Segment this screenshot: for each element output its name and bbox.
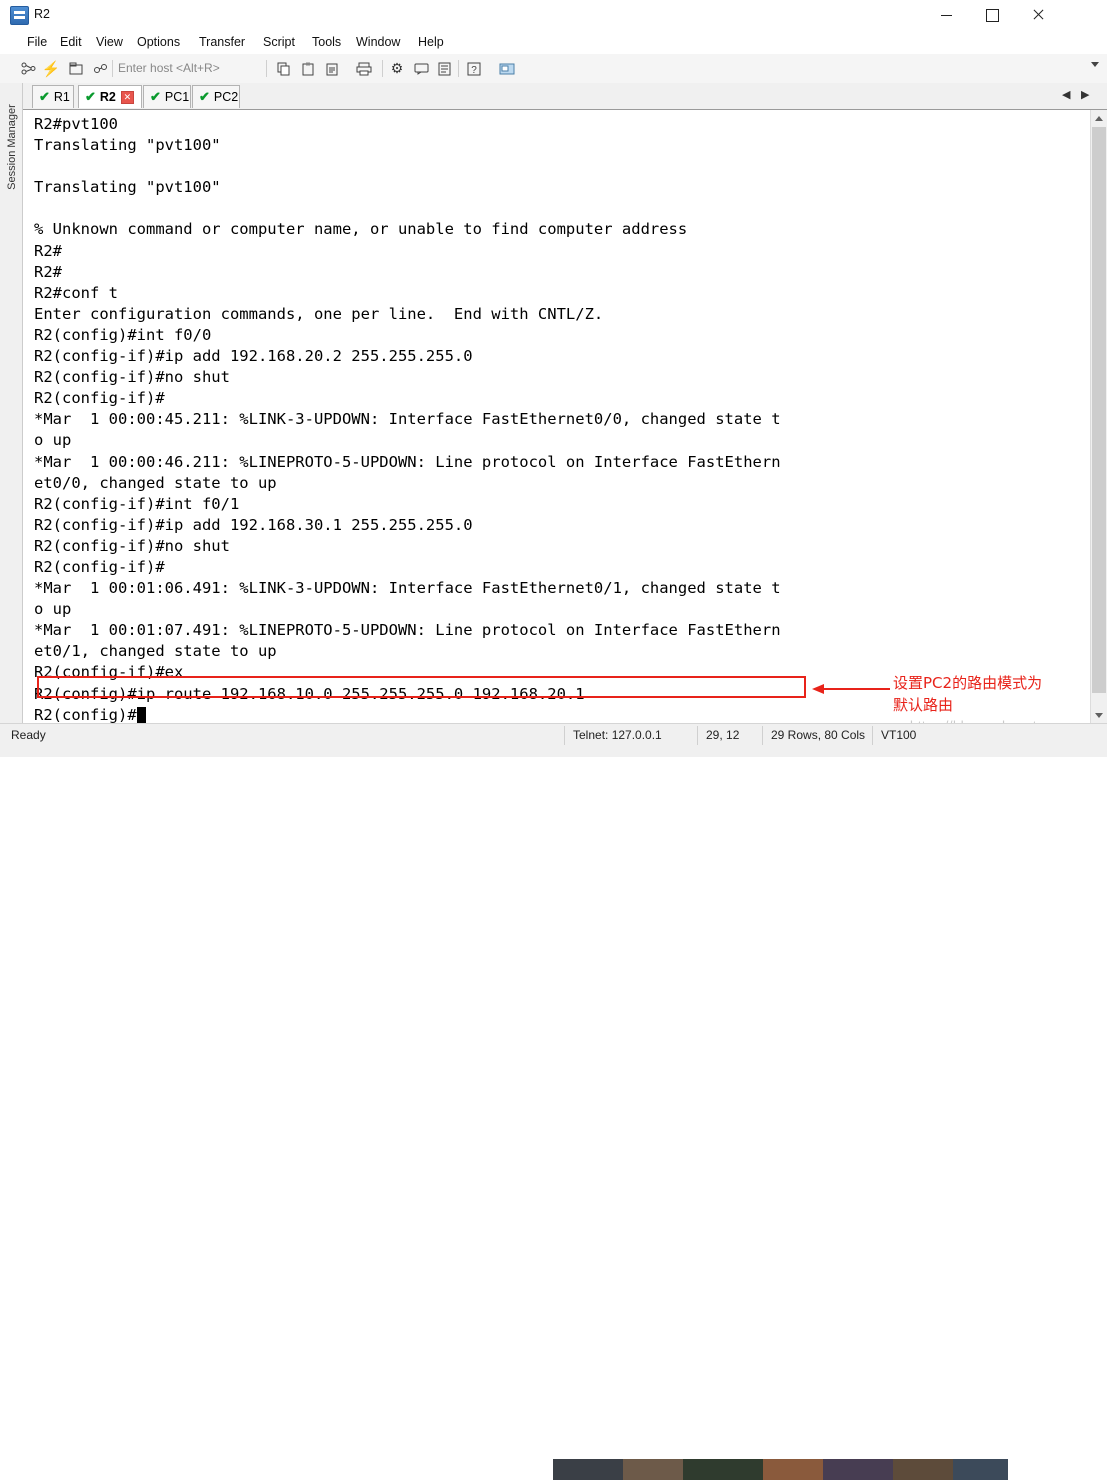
annotation-text-line2: 默认路由 xyxy=(893,696,954,714)
annotation-text-line1: 设置PC2的路由模式为 xyxy=(893,674,1043,692)
tab-label: PC2 xyxy=(213,90,239,104)
terminal-prompt: R2(config)# xyxy=(34,705,137,723)
tab-label: R2 xyxy=(99,90,116,104)
tab-pc2[interactable]: ✔ PC2 xyxy=(192,85,240,108)
tab-close-icon[interactable]: ✕ xyxy=(120,90,134,104)
tab-r2[interactable]: ✔ R2 ✕ xyxy=(78,85,142,108)
status-ready: Ready xyxy=(11,728,46,742)
terminal-app-icon xyxy=(10,6,29,25)
quick-connect-icon[interactable]: ⚡ xyxy=(42,60,61,78)
taskbar-thumbnail-strip xyxy=(553,1459,1008,1480)
terminal-area: R2#pvt100 Translating "pvt100" Translati… xyxy=(23,110,1107,723)
connect-icon[interactable] xyxy=(20,60,36,77)
menu-item-view[interactable]: View xyxy=(93,34,126,51)
terminal-output[interactable]: R2#pvt100 Translating "pvt100" Translati… xyxy=(23,110,1091,723)
window-title: R2 xyxy=(34,7,50,21)
minimize-button[interactable] xyxy=(923,0,969,30)
menu-item-window[interactable]: Window xyxy=(353,34,403,51)
scroll-up-icon[interactable] xyxy=(1091,110,1107,126)
log-session-icon[interactable] xyxy=(436,60,452,77)
print-icon[interactable] xyxy=(355,60,373,77)
scroll-down-icon[interactable] xyxy=(1091,707,1107,723)
chat-window-icon[interactable] xyxy=(413,60,429,77)
menu-item-options[interactable]: Options xyxy=(134,34,183,51)
menu-item-tools[interactable]: Tools xyxy=(309,34,344,51)
menu-item-transfer[interactable]: Transfer xyxy=(196,34,248,51)
status-cursor-position: 29, 12 xyxy=(706,728,740,742)
session-manager-sidebar[interactable]: Session Manager xyxy=(0,83,23,723)
status-connection: Telnet: 127.0.0.1 xyxy=(573,728,662,742)
check-icon: ✔ xyxy=(199,89,210,104)
tab-label: R1 xyxy=(53,90,70,104)
title-bar: R2 xyxy=(0,0,1107,31)
menu-item-file[interactable]: File xyxy=(24,34,50,51)
tab-r1[interactable]: ✔ R1 xyxy=(32,85,74,108)
terminal-lines: R2#pvt100 Translating "pvt100" Translati… xyxy=(34,115,781,703)
annotation-arrow-icon xyxy=(812,684,890,694)
session-manager-label: Session Manager xyxy=(6,104,18,190)
maximize-button[interactable] xyxy=(969,0,1015,30)
menu-bar: File Edit View Options Transfer Script T… xyxy=(0,30,1107,54)
reconnect-icon[interactable] xyxy=(92,60,108,77)
status-bar: Ready Telnet: 127.0.0.1 29, 12 29 Rows, … xyxy=(0,723,1107,1480)
status-screen-size: 29 Rows, 80 Cols xyxy=(771,728,866,742)
toolbar: ⚡ Enter host <Alt+R> ⚙ ? xyxy=(0,54,1107,84)
host-input[interactable]: Enter host <Alt+R> xyxy=(118,59,263,78)
screenshot-icon[interactable] xyxy=(498,60,516,77)
tab-label: PC1 xyxy=(164,90,190,104)
menu-item-help[interactable]: Help xyxy=(415,34,447,51)
svg-text:?: ? xyxy=(471,65,477,76)
copy-icon[interactable] xyxy=(276,60,292,77)
scrollbar-thumb[interactable] xyxy=(1092,127,1106,693)
menu-item-script[interactable]: Script xyxy=(260,34,298,51)
help-icon[interactable]: ? xyxy=(466,60,482,77)
paste-icon[interactable] xyxy=(300,60,316,77)
terminal-scrollbar[interactable] xyxy=(1090,110,1107,723)
clipboard-icon[interactable] xyxy=(324,60,340,77)
toolbar-overflow-chevron-down-icon[interactable] xyxy=(1091,62,1099,67)
tab-bar: ✔ R1 ✔ R2 ✕ ✔ PC1 ✔ PC2 ◀ ▶ xyxy=(0,83,1107,110)
check-icon: ✔ xyxy=(39,89,50,104)
tab-pc1[interactable]: ✔ PC1 xyxy=(143,85,191,108)
tab-scroll-right-icon[interactable]: ▶ xyxy=(1081,88,1089,101)
connect-in-tab-icon[interactable] xyxy=(68,60,84,77)
menu-item-edit[interactable]: Edit xyxy=(57,34,85,51)
annotation-highlight-box xyxy=(37,676,806,698)
crt-terminal-window: R2 File Edit View Options Transfer Scrip… xyxy=(0,0,1107,1480)
check-icon: ✔ xyxy=(85,89,96,104)
annotation-text: 设置PC2的路由模式为 默认路由 xyxy=(893,672,1093,716)
text-cursor xyxy=(136,706,146,723)
session-options-icon[interactable]: ⚙ xyxy=(389,60,405,77)
tab-scroll-left-icon[interactable]: ◀ xyxy=(1062,88,1070,101)
status-emulation: VT100 xyxy=(881,728,917,742)
check-icon: ✔ xyxy=(150,89,161,104)
close-button[interactable] xyxy=(1015,0,1061,30)
